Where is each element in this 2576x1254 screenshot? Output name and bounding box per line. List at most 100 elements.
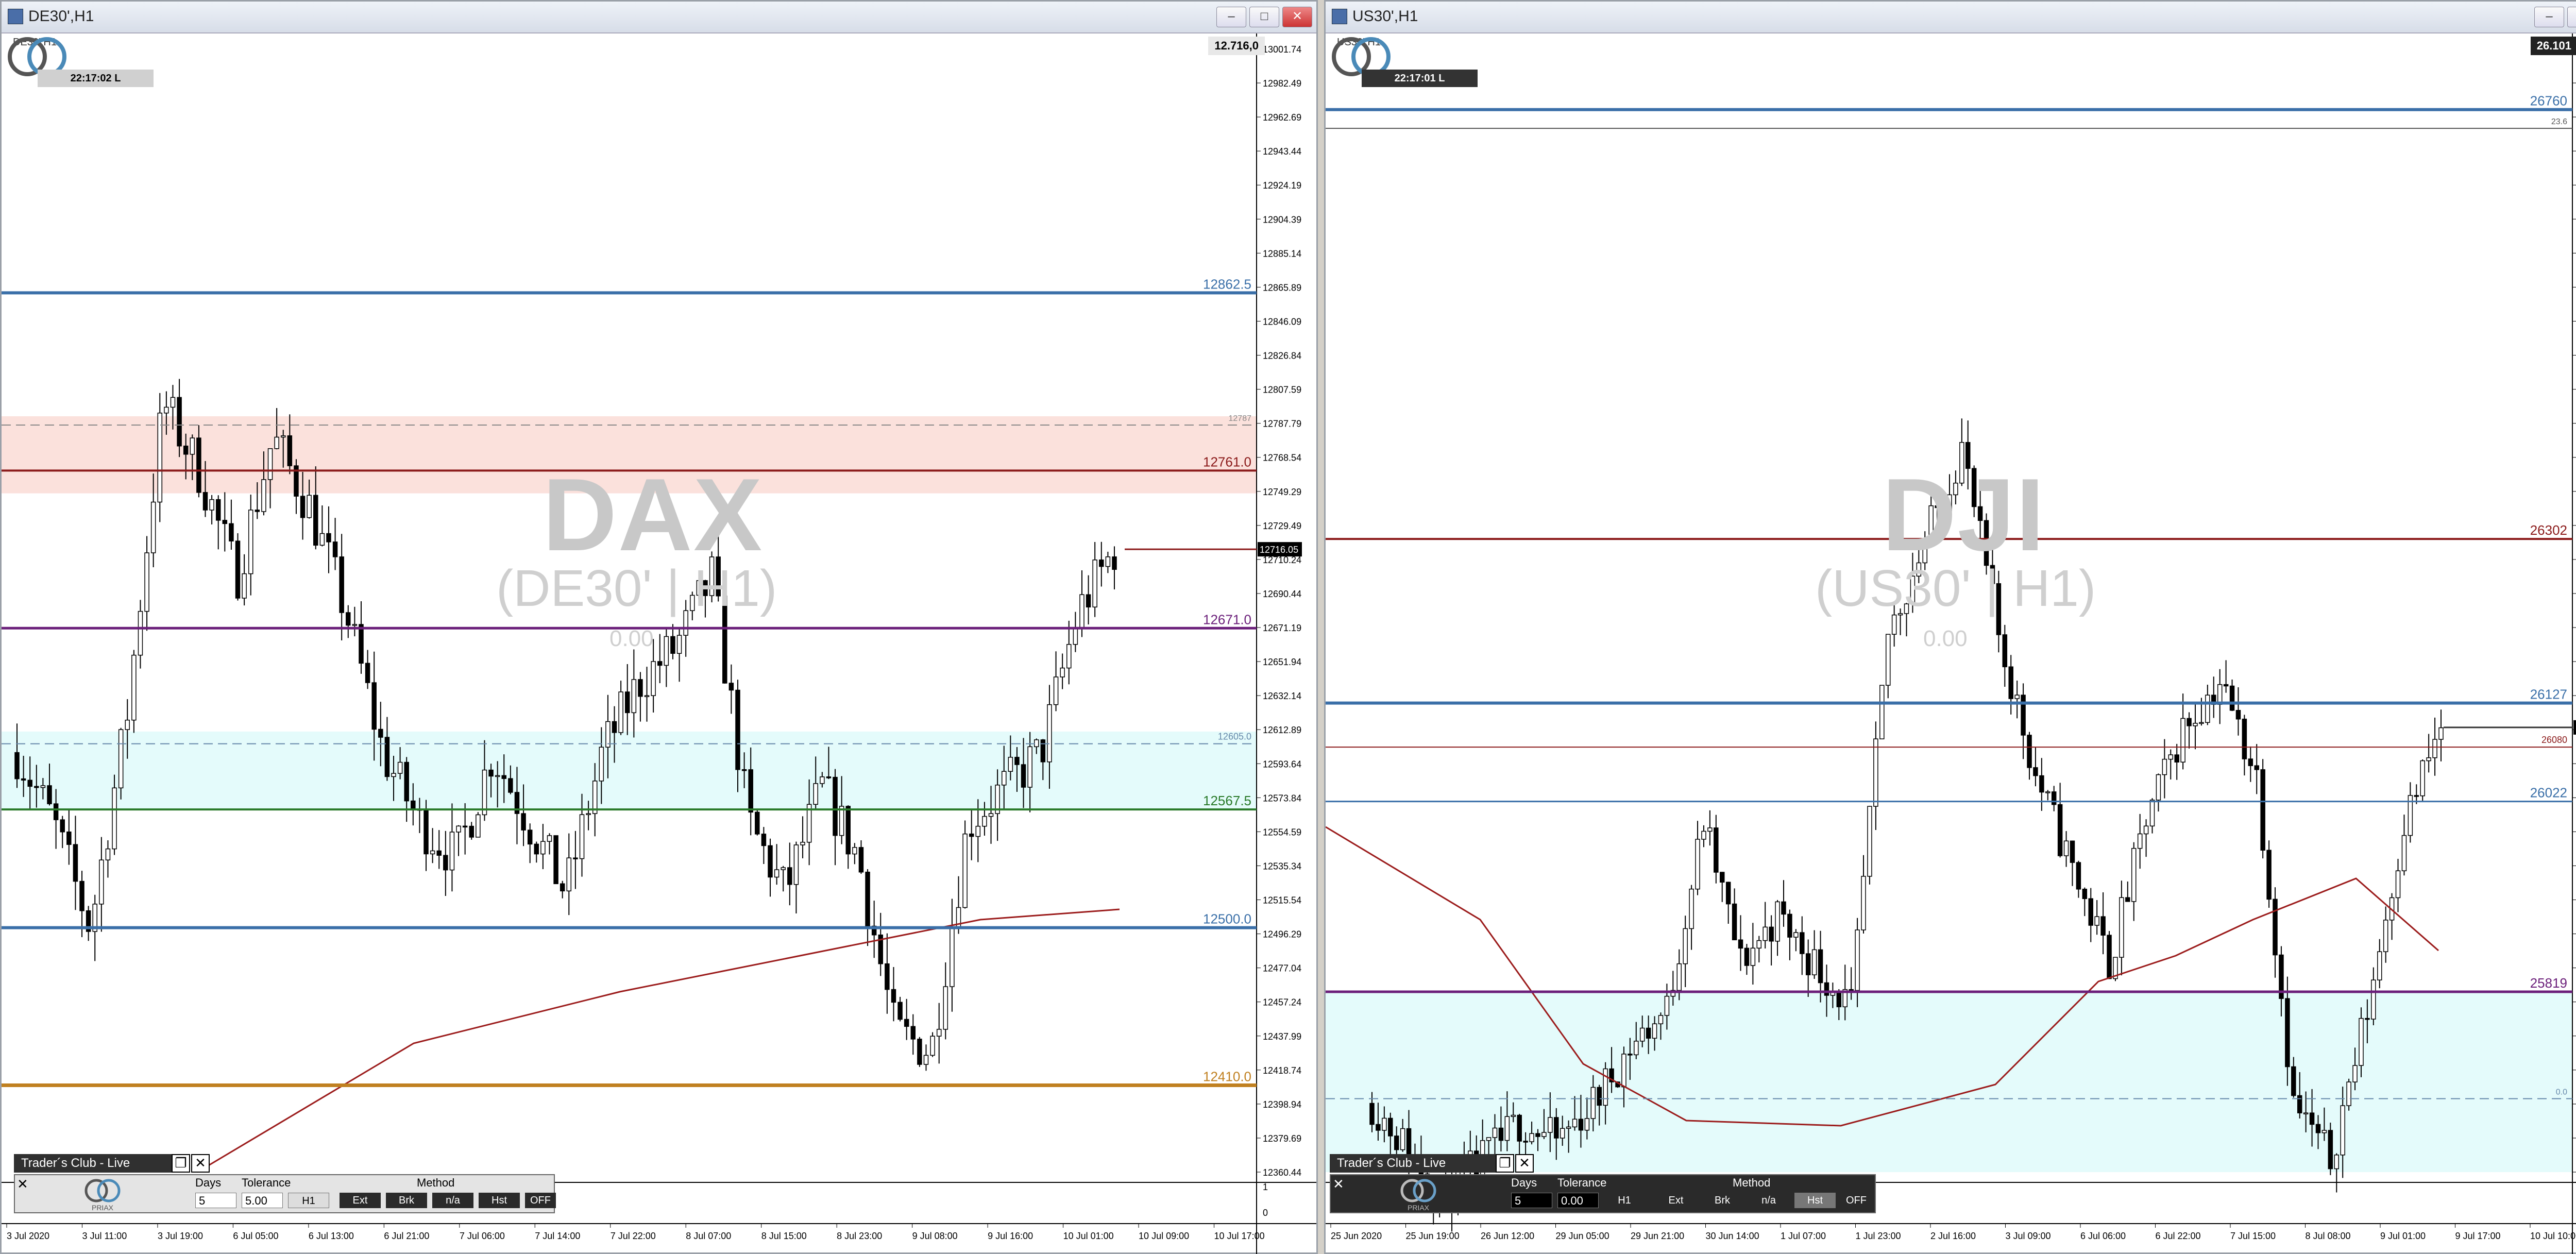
hst-button[interactable]: Hst: [479, 1193, 520, 1208]
bear-candle: [1719, 872, 1725, 883]
indicator-panel: ✕ PRIAX Days Tolerance Method 5 0.00 H1 …: [1330, 1174, 1876, 1213]
off-button[interactable]: OFF: [525, 1193, 556, 1208]
bull-candle: [2395, 870, 2401, 899]
level-label: 12862.5: [1203, 276, 1251, 292]
bull-candle: [2199, 722, 2204, 724]
timeframe-button[interactable]: H1: [288, 1193, 329, 1208]
y-tick-label: 12535.34: [1263, 861, 1301, 871]
bull-candle: [2137, 833, 2143, 849]
minimize-button[interactable]: –: [2534, 7, 2564, 27]
ext-button[interactable]: Ext: [340, 1193, 381, 1208]
maximize-button[interactable]: □: [1249, 7, 1279, 27]
method-select[interactable]: n/a: [1748, 1193, 1789, 1208]
x-tick-label: 3 Jul 11:00: [82, 1231, 127, 1241]
bear-candle: [2070, 840, 2075, 863]
maximize-button[interactable]: □: [2567, 7, 2576, 27]
bull-candle: [1492, 1127, 1498, 1138]
y-tick-label: 12846.09: [1263, 316, 1301, 327]
ext-button[interactable]: Ext: [1655, 1193, 1697, 1208]
days-input[interactable]: 5: [1511, 1193, 1552, 1208]
off-button[interactable]: OFF: [1841, 1193, 1872, 1208]
bull-candle: [1885, 634, 1891, 686]
x-tick-label: 8 Jul 08:00: [2306, 1231, 2351, 1241]
watermark-title: DJI: [1882, 457, 2046, 572]
bull-candle: [2401, 835, 2407, 871]
bear-candle: [2033, 767, 2038, 776]
method-label: Method: [1733, 1176, 1771, 1189]
bull-candle: [319, 533, 325, 546]
bull-candle: [1400, 1128, 1405, 1150]
bear-candle: [2285, 998, 2290, 1067]
bull-candle: [2149, 800, 2155, 827]
minimize-button[interactable]: –: [1216, 7, 1246, 27]
y-tick-label: 12807.59: [1263, 385, 1301, 395]
window-title: DE30',H1: [28, 8, 94, 25]
bull-candle: [2340, 1105, 2345, 1156]
timeframe-button[interactable]: H1: [1604, 1193, 1645, 1208]
chart-canvas[interactable]: 13001.74 12982.49 12962.69 12943.44 12924.19…: [2, 33, 1316, 1254]
bull-candle: [1504, 1116, 1510, 1141]
bear-candle: [202, 492, 208, 511]
bear-candle: [1787, 913, 1792, 938]
x-tick-label: 10 Jul 01:00: [1063, 1231, 1114, 1241]
bull-candle: [579, 814, 585, 859]
tolerance-input[interactable]: 0.00: [1557, 1193, 1599, 1208]
days-input[interactable]: 5: [195, 1193, 236, 1208]
window-titlebar[interactable]: DE30',H1 – □ ✕: [2, 2, 1316, 33]
bear-candle: [326, 533, 331, 543]
y-tick-label: 12924.19: [1263, 180, 1301, 191]
price-chart[interactable]: 26824.7126788.0026752.2626715.5126679.81…: [1326, 33, 2576, 1254]
bull-candle: [118, 729, 124, 789]
brk-button[interactable]: Brk: [386, 1193, 427, 1208]
bear-candle: [787, 867, 792, 885]
x-tick-label: 8 Jul 23:00: [837, 1231, 882, 1241]
bull-candle: [157, 412, 163, 503]
bear-candle: [768, 845, 773, 878]
brk-button[interactable]: Brk: [1702, 1193, 1743, 1208]
bull-candle: [962, 833, 968, 908]
dji-chart-window[interactable]: US30',H1 – □ ✕ 26824.7126788.0026752.262…: [1324, 0, 2576, 1254]
bull-candle: [1867, 806, 1872, 877]
y-tick-label: 12885.14: [1263, 248, 1301, 259]
panel-close-icon[interactable]: ✕: [1515, 1154, 1534, 1173]
hst-button[interactable]: Hst: [1794, 1193, 1836, 1208]
bull-candle: [664, 636, 669, 666]
tolerance-input[interactable]: 5.00: [242, 1193, 283, 1208]
bull-candle: [1382, 1117, 1387, 1131]
bull-candle: [2205, 694, 2210, 723]
bear-candle: [2051, 791, 2057, 805]
bear-candle: [826, 776, 832, 778]
panel-x-icon[interactable]: ✕: [17, 1176, 28, 1192]
bear-candle: [1781, 901, 1786, 915]
dax-chart-window[interactable]: DE30',H1 – □ ✕ 13001.74 12982.49 12962.69 1…: [0, 0, 1318, 1254]
panel-close-icon[interactable]: ✕: [191, 1154, 210, 1173]
panel-x-icon[interactable]: ✕: [1333, 1176, 1344, 1192]
bear-candle: [346, 612, 351, 626]
bear-candle: [1738, 939, 1743, 949]
bull-candle: [1092, 560, 1097, 608]
bull-candle: [2438, 727, 2444, 740]
close-button[interactable]: ✕: [1282, 7, 1312, 27]
bull-candle: [307, 495, 312, 518]
bull-candle: [950, 927, 955, 987]
bull-candle: [138, 611, 143, 656]
bear-candle: [339, 556, 344, 613]
bear-candle: [2291, 1066, 2296, 1096]
bull-candle: [923, 1055, 929, 1065]
bear-candle: [1040, 739, 1046, 762]
price-chart[interactable]: 13001.74 12982.49 12962.69 12943.44 12924.19…: [2, 33, 1316, 1254]
x-tick-label: 8 Jul 15:00: [761, 1231, 807, 1241]
panel-restore-icon[interactable]: ❐: [1496, 1154, 1514, 1173]
bear-candle: [2187, 718, 2192, 726]
bear-candle: [1732, 903, 1737, 940]
bull-candle: [1707, 827, 1713, 832]
method-select[interactable]: n/a: [432, 1193, 473, 1208]
bull-candle: [2352, 1065, 2358, 1082]
y-tick-label: 12962.69: [1263, 112, 1301, 123]
bear-candle: [1818, 949, 1823, 984]
x-tick-label: 1 Jul 23:00: [1856, 1231, 1901, 1241]
x-tick-label: 26 Jun 12:00: [1481, 1231, 1534, 1241]
window-titlebar[interactable]: US30',H1 – □ ✕: [1326, 2, 2576, 33]
panel-restore-icon[interactable]: ❐: [172, 1154, 190, 1173]
bull-candle: [2094, 916, 2099, 926]
